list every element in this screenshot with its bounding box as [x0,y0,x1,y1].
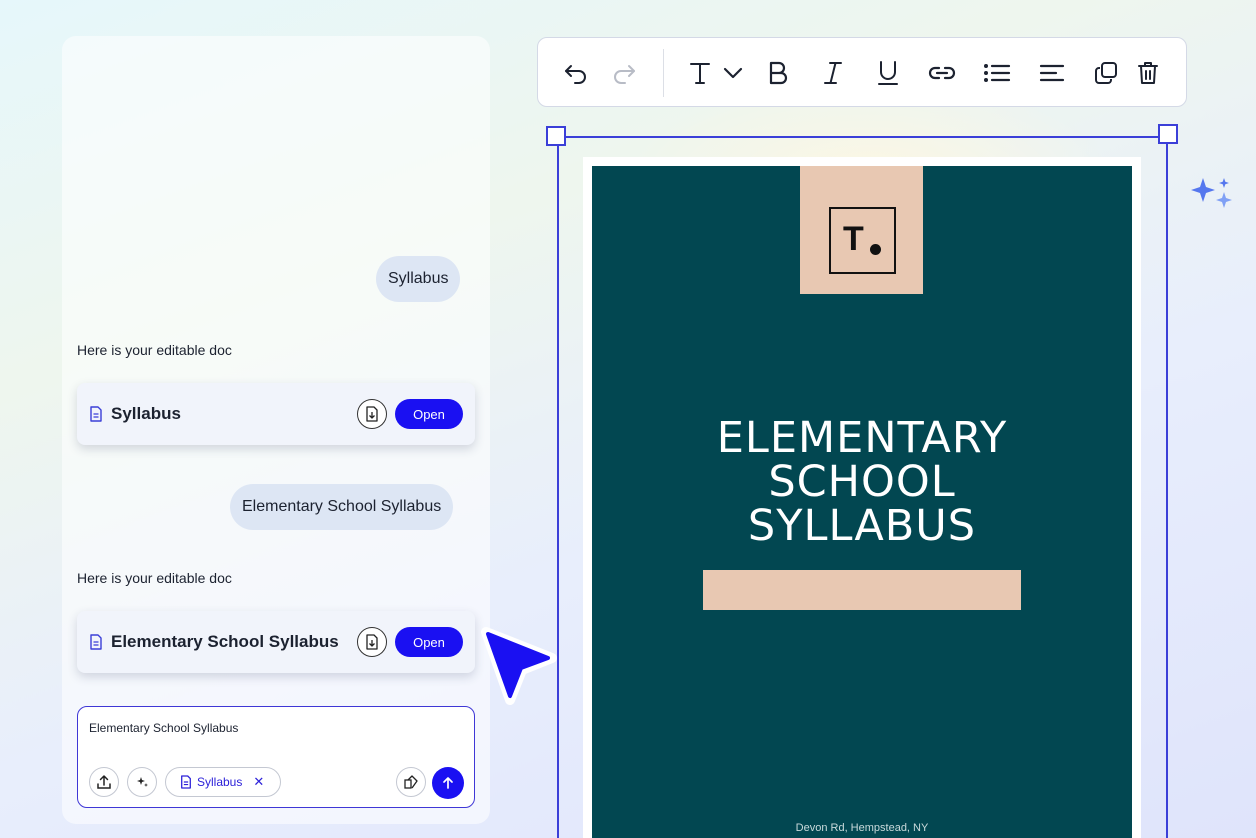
download-button[interactable] [357,399,387,429]
editor-toolbar [537,37,1187,107]
sparkle-icon [137,777,148,787]
chevron-down-icon [723,67,743,79]
underline-button[interactable] [871,55,905,91]
upload-button[interactable] [89,767,119,797]
user-message-bubble: Syllabus [376,256,461,302]
italic-button[interactable] [816,55,850,91]
redo-button[interactable] [607,55,641,91]
redo-icon [614,65,635,84]
user-message-text: Syllabus [388,270,449,287]
document-address: Devon Rd, Hempstead, NY [795,822,929,834]
download-file-icon [366,406,378,422]
delete-icon [1138,62,1158,84]
align-left-icon [1039,64,1065,82]
link-button[interactable] [925,55,959,91]
design-icon [404,775,418,789]
bullet-list-button[interactable] [980,55,1014,91]
ai-assist-button[interactable] [127,767,157,797]
doc-card[interactable]: Elementary School Syllabus Open [77,611,475,673]
assistant-message-text: Here is your editable doc [77,342,232,358]
document-title[interactable]: ELEMENTARY SCHOOL SYLLABUS [592,416,1132,548]
cover-accent-bar [703,570,1021,610]
logo-block: T [800,166,923,294]
resize-handle-top-left[interactable] [546,126,566,146]
document-icon [90,634,102,650]
open-button[interactable]: Open [395,399,463,429]
user-message-bubble: Elementary School Syllabus [230,484,454,530]
toolbar-divider [663,49,664,97]
send-button[interactable] [432,767,464,799]
cursor-arrow-icon [481,627,557,705]
download-button[interactable] [357,627,387,657]
document-cover[interactable]: T ELEMENTARY SCHOOL SYLLABUS Devon Rd, H… [592,166,1132,838]
composer-input[interactable]: Elementary School Syllabus [89,721,238,735]
document-title-line: SYLLABUS [747,501,977,551]
duplicate-button[interactable] [1089,55,1123,91]
duplicate-icon [1095,62,1117,84]
chat-panel: Syllabus Here is your editable doc Sylla… [62,36,490,824]
logo-text: T [843,220,864,258]
bullet-list-icon [984,64,1011,82]
close-icon[interactable]: ✕ [253,774,264,790]
attachment-chip-label: Syllabus [197,775,243,789]
doc-card-title: Elementary School Syllabus [111,632,339,651]
doc-card[interactable]: Syllabus Open [77,383,475,445]
assistant-message-text: Here is your editable doc [77,570,232,586]
bold-icon [769,61,788,85]
logo: T [829,207,896,274]
text-style-icon [690,63,710,84]
document-title-line: ELEMENTARY [716,413,1008,463]
align-button[interactable] [1035,55,1069,91]
document-icon [181,775,191,789]
attachment-chip[interactable]: Syllabus ✕ [165,767,281,797]
user-message-text: Elementary School Syllabus [242,498,442,515]
undo-button[interactable] [559,55,593,91]
design-button[interactable] [396,767,426,797]
document-icon [90,406,102,422]
undo-icon [565,65,586,84]
logo-dot [870,244,881,255]
italic-icon [824,62,842,84]
text-style-dropdown[interactable] [716,55,750,91]
text-style-button[interactable] [683,55,717,91]
chat-composer[interactable]: Elementary School Syllabus Syllabus ✕ [77,706,475,808]
open-button[interactable]: Open [395,627,463,657]
resize-handle-top-right[interactable] [1158,124,1178,144]
arrow-up-icon [443,777,453,789]
document-title-line: SCHOOL [768,457,956,507]
download-file-icon [366,634,378,650]
doc-card-title: Syllabus [111,404,181,423]
link-icon [928,66,956,80]
underline-icon [878,61,898,85]
delete-button[interactable] [1131,55,1165,91]
bold-button[interactable] [761,55,795,91]
upload-icon [97,775,111,789]
sparkle-decoration-icon [1191,178,1232,208]
